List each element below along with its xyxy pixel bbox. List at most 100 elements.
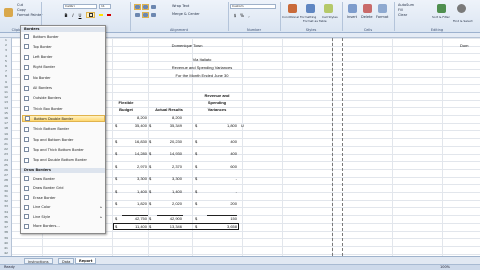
row-number[interactable]: 5 bbox=[0, 59, 12, 63]
row-number[interactable]: 25 bbox=[0, 163, 12, 167]
conditional-formatting-button[interactable] bbox=[286, 3, 298, 13]
row-number[interactable]: 39 bbox=[0, 236, 12, 240]
row-number[interactable]: 21 bbox=[0, 142, 12, 146]
number-group-label: Number bbox=[246, 28, 262, 32]
menu-item-border[interactable]: Thick Box Border bbox=[22, 105, 105, 112]
menu-item-border[interactable]: Top and Thick Bottom Border bbox=[22, 146, 105, 153]
row-number[interactable]: 20 bbox=[0, 137, 12, 141]
row-number[interactable]: 41 bbox=[0, 246, 12, 250]
row-number[interactable]: 31 bbox=[0, 194, 12, 198]
row-number[interactable]: 34 bbox=[0, 210, 12, 214]
row-number[interactable]: 3 bbox=[0, 48, 12, 52]
menu-item-border[interactable]: Right Border bbox=[22, 64, 105, 71]
borders-button[interactable] bbox=[86, 12, 95, 18]
row-number[interactable]: 38 bbox=[0, 230, 12, 234]
find-select-button[interactable] bbox=[454, 3, 468, 13]
font-size-combo[interactable]: 11 bbox=[99, 4, 111, 9]
row-number[interactable]: 29 bbox=[0, 184, 12, 188]
insert-button[interactable] bbox=[346, 3, 358, 13]
align-right-button[interactable] bbox=[150, 12, 157, 18]
row-number[interactable]: 35 bbox=[0, 215, 12, 219]
row-number[interactable]: 37 bbox=[0, 225, 12, 229]
menu-item-border[interactable]: Thick Bottom Border bbox=[22, 126, 105, 133]
row-number[interactable]: 1 bbox=[0, 38, 12, 42]
align-middle-button[interactable] bbox=[142, 4, 149, 10]
row-number[interactable]: 11 bbox=[0, 90, 12, 94]
row-number[interactable]: 14 bbox=[0, 106, 12, 110]
menu-item-draw[interactable]: Draw Border bbox=[22, 175, 105, 182]
menu-item-draw[interactable]: Erase Border bbox=[22, 194, 105, 201]
row-number[interactable]: 27 bbox=[0, 173, 12, 177]
row-number[interactable]: 9 bbox=[0, 80, 12, 84]
row-number[interactable]: 16 bbox=[0, 116, 12, 120]
cut-button[interactable]: Cut bbox=[17, 3, 23, 7]
row-number[interactable]: 22 bbox=[0, 147, 12, 151]
bold-button[interactable]: B bbox=[63, 12, 69, 18]
row-number[interactable]: 23 bbox=[0, 152, 12, 156]
row-number[interactable]: 7 bbox=[0, 69, 12, 73]
row-number[interactable]: 4 bbox=[0, 54, 12, 58]
comma-button[interactable]: , bbox=[246, 12, 252, 18]
row-number[interactable]: 24 bbox=[0, 158, 12, 162]
menu-item-border[interactable]: Bottom Border bbox=[22, 33, 105, 40]
wrap-text-button[interactable]: Wrap Text bbox=[172, 4, 189, 8]
row-number[interactable]: 33 bbox=[0, 204, 12, 208]
row-number[interactable]: 15 bbox=[0, 111, 12, 115]
row-number[interactable]: 19 bbox=[0, 132, 12, 136]
menu-item-border[interactable]: Outside Borders bbox=[22, 95, 105, 102]
row-number[interactable]: 28 bbox=[0, 178, 12, 182]
number-format-combo[interactable]: Custom bbox=[230, 4, 276, 9]
align-left-button[interactable] bbox=[134, 12, 141, 18]
expense-variance: 600 bbox=[230, 163, 237, 169]
row-number[interactable]: 17 bbox=[0, 121, 12, 125]
row-number[interactable]: 8 bbox=[0, 74, 12, 78]
format-button[interactable] bbox=[376, 3, 388, 13]
menu-item-border[interactable]: Bottom Double Border bbox=[22, 115, 105, 123]
merge-center-button[interactable]: Merge & Center bbox=[172, 12, 200, 16]
menu-item-border[interactable]: Top and Double Bottom Border bbox=[22, 157, 105, 164]
menu-item-draw[interactable]: Draw Border Grid bbox=[22, 185, 105, 192]
underline-button[interactable]: U bbox=[77, 12, 83, 18]
row-number[interactable]: 26 bbox=[0, 168, 12, 172]
format-painter-button[interactable]: Format Painter bbox=[17, 13, 43, 17]
align-center-button[interactable] bbox=[142, 12, 149, 18]
sort-filter-button[interactable] bbox=[434, 3, 448, 13]
menu-item-label: Thick Box Border bbox=[33, 106, 63, 111]
italic-button[interactable]: I bbox=[70, 12, 76, 18]
align-bottom-button[interactable] bbox=[150, 4, 157, 10]
menu-item-border[interactable]: Top and Bottom Border bbox=[22, 136, 105, 143]
paste-button[interactable] bbox=[2, 4, 14, 20]
zoom-level[interactable]: 100% bbox=[440, 265, 450, 270]
fill-button[interactable]: Fill bbox=[398, 8, 403, 12]
row-number[interactable]: 32 bbox=[0, 199, 12, 203]
copy-button[interactable]: Copy bbox=[17, 8, 26, 12]
menu-item-border[interactable]: Top Border bbox=[22, 43, 105, 50]
row-number[interactable]: 42 bbox=[0, 251, 12, 255]
row-number[interactable]: 2 bbox=[0, 43, 12, 47]
row-number[interactable]: 6 bbox=[0, 64, 12, 68]
menu-item-border[interactable]: Left Border bbox=[22, 54, 105, 61]
row-number[interactable]: 36 bbox=[0, 220, 12, 224]
menu-item-border[interactable]: All Borders bbox=[22, 85, 105, 92]
fill-color-button[interactable] bbox=[98, 12, 104, 18]
menu-item-draw[interactable]: Line Style ▸ bbox=[22, 213, 105, 220]
font-name-combo[interactable]: Calibri bbox=[63, 4, 97, 9]
row-number[interactable]: 12 bbox=[0, 95, 12, 99]
row-number[interactable]: 13 bbox=[0, 100, 12, 104]
format-as-table-button[interactable] bbox=[304, 3, 316, 13]
delete-button[interactable] bbox=[361, 3, 373, 13]
menu-item-draw[interactable]: More Borders... bbox=[22, 223, 105, 230]
font-color-button[interactable] bbox=[106, 12, 112, 18]
clear-button[interactable]: Clear bbox=[398, 13, 407, 17]
percent-button[interactable]: % bbox=[239, 12, 245, 18]
row-number[interactable]: 10 bbox=[0, 85, 12, 89]
menu-item-border[interactable]: No Border bbox=[22, 74, 105, 81]
align-top-button[interactable] bbox=[134, 4, 141, 10]
row-number[interactable]: 18 bbox=[0, 126, 12, 130]
row-number[interactable]: 40 bbox=[0, 241, 12, 245]
currency-button[interactable]: $ bbox=[232, 12, 238, 18]
menu-item-draw[interactable]: Line Color ▸ bbox=[22, 204, 105, 211]
row-number[interactable]: 30 bbox=[0, 189, 12, 193]
cell-styles-button[interactable] bbox=[322, 3, 334, 13]
autosum-button[interactable]: AutoSum bbox=[398, 3, 414, 7]
